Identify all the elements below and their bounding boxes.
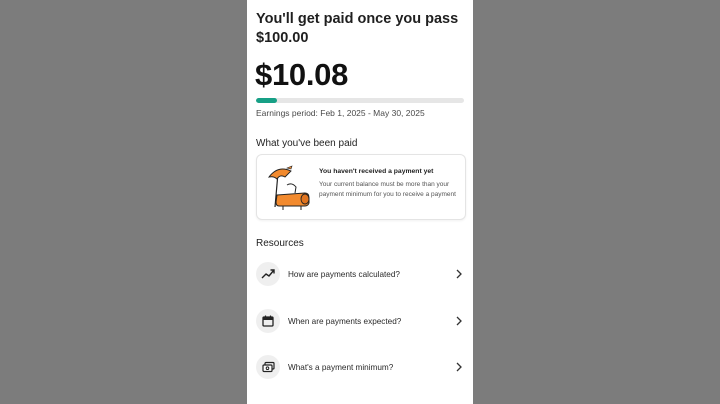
resource-item-payments-calculated[interactable]: How are payments calculated?: [256, 261, 464, 287]
resource-item-label: What's a payment minimum?: [288, 362, 394, 372]
payout-threshold-headline: You'll get paid once you pass $100.00: [256, 10, 466, 48]
trending-up-icon: [256, 262, 280, 286]
paid-section-title: What you've been paid: [256, 138, 358, 149]
payment-status-card: You haven't received a payment yet Your …: [256, 154, 466, 220]
current-balance: $10.08: [255, 57, 349, 92]
earnings-screen: You'll get paid once you pass $100.00 $1…: [247, 0, 473, 404]
resource-item-payments-expected[interactable]: When are payments expected?: [256, 308, 464, 334]
chevron-right-icon: [454, 316, 464, 326]
chevron-right-icon: [454, 269, 464, 279]
headline-line-1: You'll get paid once you pass: [256, 11, 459, 27]
headline-line-2: $100.00: [256, 30, 309, 46]
resource-item-payment-minimum[interactable]: What's a payment minimum?: [256, 354, 464, 380]
payout-progress-bar: [256, 98, 464, 103]
video-left-border: [0, 0, 247, 404]
resource-item-label: When are payments expected?: [288, 316, 402, 326]
payment-card-icon: [256, 355, 280, 379]
deck-chair-umbrella-illustration: [265, 163, 315, 211]
resources-title: Resources: [256, 238, 304, 249]
resource-item-label: How are payments calculated?: [288, 269, 400, 279]
no-payment-description: Your current balance must be more than y…: [319, 181, 456, 198]
chevron-right-icon: [454, 362, 464, 372]
calendar-icon: [256, 309, 280, 333]
earnings-period: Earnings period: Feb 1, 2025 - May 30, 2…: [256, 108, 425, 118]
video-right-border: [473, 0, 720, 404]
payout-progress-fill: [256, 98, 277, 103]
no-payment-title: You haven't received a payment yet: [319, 168, 434, 175]
